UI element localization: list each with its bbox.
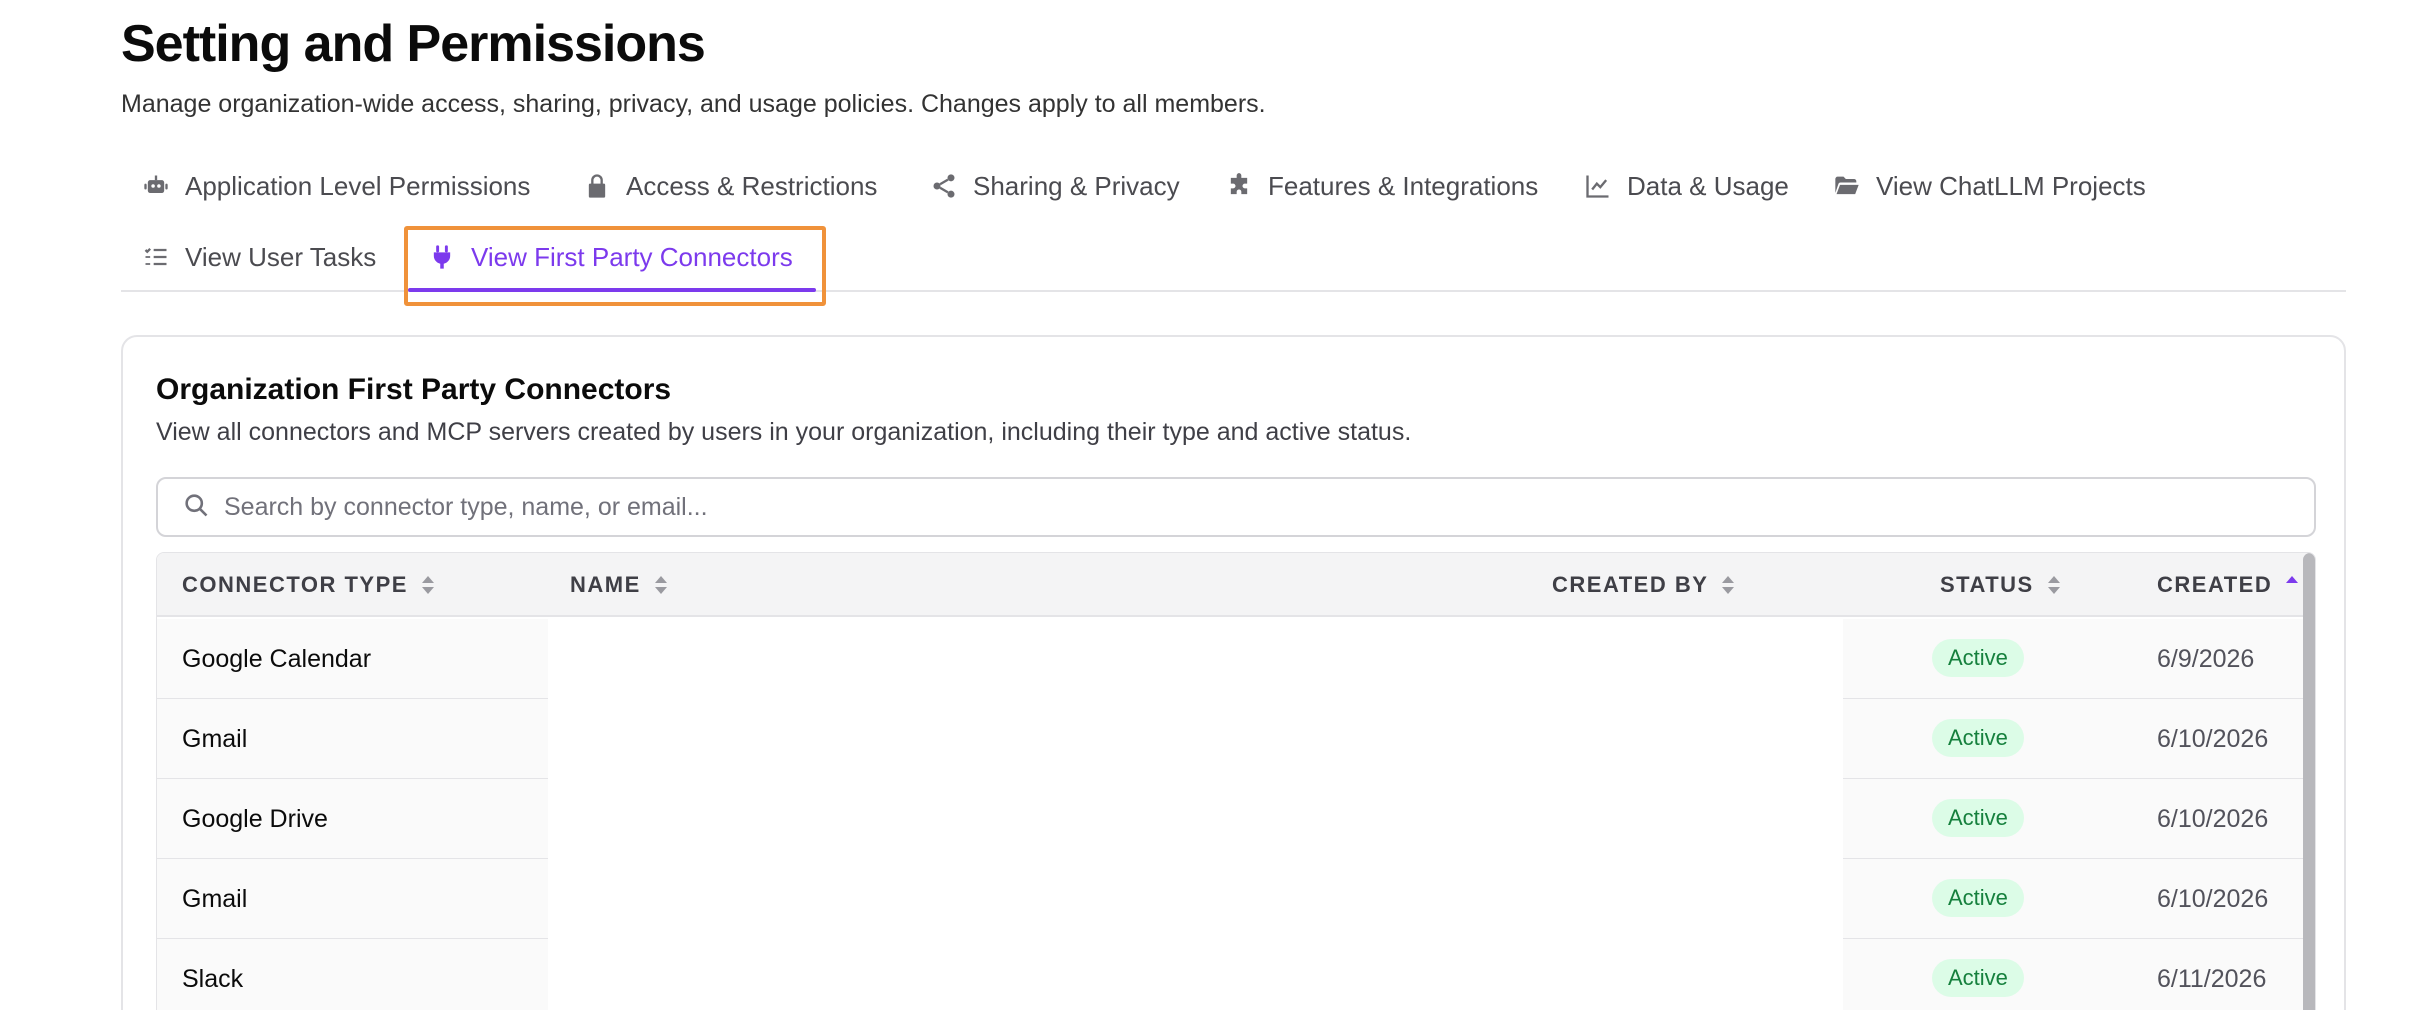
tab-view-first-party-connectors[interactable]: View First Party Connectors	[427, 229, 793, 285]
sort-icon	[420, 574, 436, 596]
status-badge: Active	[1932, 799, 2024, 837]
created-date-cell: 6/10/2026	[2157, 724, 2269, 753]
card-title: Organization First Party Connectors	[156, 373, 672, 406]
column-header-created[interactable]: CREATED	[2157, 553, 2300, 617]
status-badge: Active	[1932, 639, 2024, 677]
tab-application-level-permissions[interactable]: Application Level Permissions	[141, 158, 530, 214]
created-date-cell: 6/9/2026	[2157, 644, 2255, 673]
active-tab-indicator	[408, 288, 816, 292]
column-header-created-by[interactable]: CREATED BY	[1552, 553, 1736, 617]
sort-icon	[2046, 574, 2062, 596]
sort-icon	[1720, 574, 1736, 596]
column-header-name[interactable]: NAME	[570, 553, 669, 617]
tab-label: View ChatLLM Projects	[1876, 170, 2146, 201]
card-description: View all connectors and MCP servers crea…	[156, 418, 1412, 446]
tab-data-usage[interactable]: Data & Usage	[1583, 158, 1789, 214]
settings-tabs: Application Level Permissions Access & R…	[121, 158, 2346, 292]
puzzle-icon	[1224, 171, 1254, 201]
table-scrollbar[interactable]	[2303, 553, 2315, 1010]
sort-icon	[653, 574, 669, 596]
page-title: Setting and Permissions	[121, 15, 706, 73]
connector-type-cell: Gmail	[182, 724, 248, 753]
lock-icon	[582, 171, 612, 201]
tab-view-chatllm-projects[interactable]: View ChatLLM Projects	[1832, 158, 2146, 214]
tab-sharing-privacy[interactable]: Sharing & Privacy	[929, 158, 1180, 214]
created-date-cell: 6/10/2026	[2157, 804, 2269, 833]
connector-type-cell: Slack	[182, 964, 244, 993]
tab-label: Access & Restrictions	[626, 170, 878, 201]
chart-line-icon	[1583, 171, 1613, 201]
tab-label: Sharing & Privacy	[973, 170, 1180, 201]
page-subtitle: Manage organization-wide access, sharing…	[121, 90, 1266, 118]
connector-type-cell: Google Calendar	[182, 644, 372, 673]
connector-type-cell: Gmail	[182, 884, 248, 913]
table-header: CONNECTOR TYPE NAME CREATED BY STATUS CR…	[157, 553, 2315, 617]
column-header-connector-type[interactable]: CONNECTOR TYPE	[182, 553, 436, 617]
search-box[interactable]	[156, 477, 2316, 537]
folder-open-icon	[1832, 171, 1862, 201]
status-badge: Active	[1932, 879, 2024, 917]
connectors-table: CONNECTOR TYPE NAME CREATED BY STATUS CR…	[156, 552, 2316, 1010]
created-date-cell: 6/11/2026	[2157, 964, 2267, 993]
status-badge: Active	[1932, 719, 2024, 757]
tab-label: View First Party Connectors	[471, 241, 793, 272]
connector-type-cell: Google Drive	[182, 804, 328, 833]
task-list-icon	[141, 242, 171, 272]
sort-ascending-icon	[2284, 574, 2300, 596]
tab-label: Data & Usage	[1627, 170, 1789, 201]
tab-access-restrictions[interactable]: Access & Restrictions	[582, 158, 877, 214]
tab-label: View User Tasks	[185, 241, 377, 272]
plug-icon	[427, 242, 457, 272]
robot-icon	[141, 171, 171, 201]
share-icon	[929, 171, 959, 201]
tab-label: Application Level Permissions	[185, 170, 531, 201]
tab-label: Features & Integrations	[1268, 170, 1539, 201]
connectors-card: Organization First Party Connectors View…	[121, 335, 2346, 1010]
tab-features-integrations[interactable]: Features & Integrations	[1224, 158, 1538, 214]
tab-view-user-tasks[interactable]: View User Tasks	[141, 229, 376, 285]
search-input[interactable]	[224, 492, 2124, 522]
column-header-status[interactable]: STATUS	[1940, 553, 2062, 617]
created-date-cell: 6/10/2026	[2157, 884, 2269, 913]
search-icon	[182, 491, 224, 524]
redacted-region	[548, 619, 1843, 1010]
status-badge: Active	[1932, 959, 2024, 997]
